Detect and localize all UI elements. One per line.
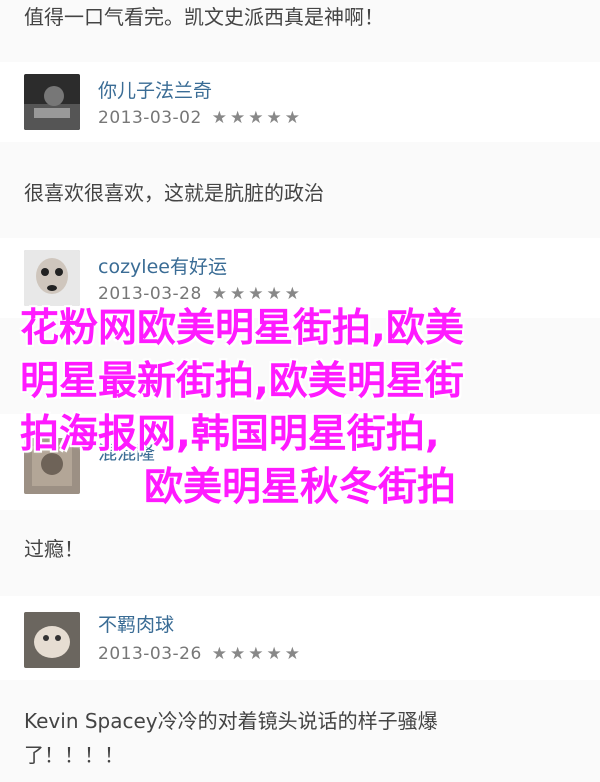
avatar-image-icon [24,250,80,306]
comment-text: 很喜欢很喜欢，这就是肮脏的政治 [24,181,324,205]
overlay-line: 欧美明星秋冬街拍 [143,465,456,510]
review-date: 2013-03-02 [98,108,202,128]
overlay-line: 花粉网欧美明星街拍,欧美 [20,306,464,351]
comment-card: 过瘾！ [0,510,600,597]
overlay-line: 明星最新街拍,欧美明星街 [20,359,464,404]
review-meta: 2013-03-28 ★★★★★ [98,284,303,304]
star-rating: ★★★★★ [211,284,303,304]
avatar-image-icon [24,74,80,130]
star-rating: ★★★★★ [211,108,303,128]
review-meta: 2013-03-02 ★★★★★ [98,108,303,128]
user-row[interactable]: 不羁肉球 2013-03-26 ★★★★★ [0,596,600,681]
overlay-caption: 花粉网欧美明星街拍,欧美 明星最新街拍,欧美明星街 拍海报网,韩国明星街拍, 欧… [20,302,580,514]
review-meta: 2013-03-26 ★★★★★ [98,644,303,664]
username-link[interactable]: cozylee有好运 [98,252,227,279]
review-date: 2013-03-28 [98,284,202,304]
comment-text: Kevin Spacey冷冷的对着镜头说话的样子骚爆 了！！！！ [24,704,580,772]
user-avatar[interactable] [24,74,80,130]
avatar-image-icon [24,612,80,668]
star-rating: ★★★★★ [211,644,303,664]
review-date: 2013-03-26 [98,644,202,664]
username-link[interactable]: 不羁肉球 [98,610,174,637]
comment-card: 很喜欢很喜欢，这就是肮脏的政治 [0,142,600,239]
comment-text: 过瘾！ [24,537,84,561]
comment-text-line: Kevin Spacey冷冷的对着镜头说话的样子骚爆 [24,709,438,733]
comment-text-line: 了！！！！ [24,743,124,767]
comment-card: Kevin Spacey冷冷的对着镜头说话的样子骚爆 了！！！！ [0,680,600,782]
comment-text: 值得一口气看完。凯文史派西真是神啊！ [24,5,384,29]
overlay-line: 拍海报网,韩国明星街拍, [20,412,440,457]
user-avatar[interactable] [24,612,80,668]
comment-card: 值得一口气看完。凯文史派西真是神啊！ [0,0,600,63]
user-row[interactable]: 你儿子法兰奇 2013-03-02 ★★★★★ [0,62,600,143]
user-avatar[interactable] [24,250,80,306]
username-link[interactable]: 你儿子法兰奇 [98,76,212,103]
